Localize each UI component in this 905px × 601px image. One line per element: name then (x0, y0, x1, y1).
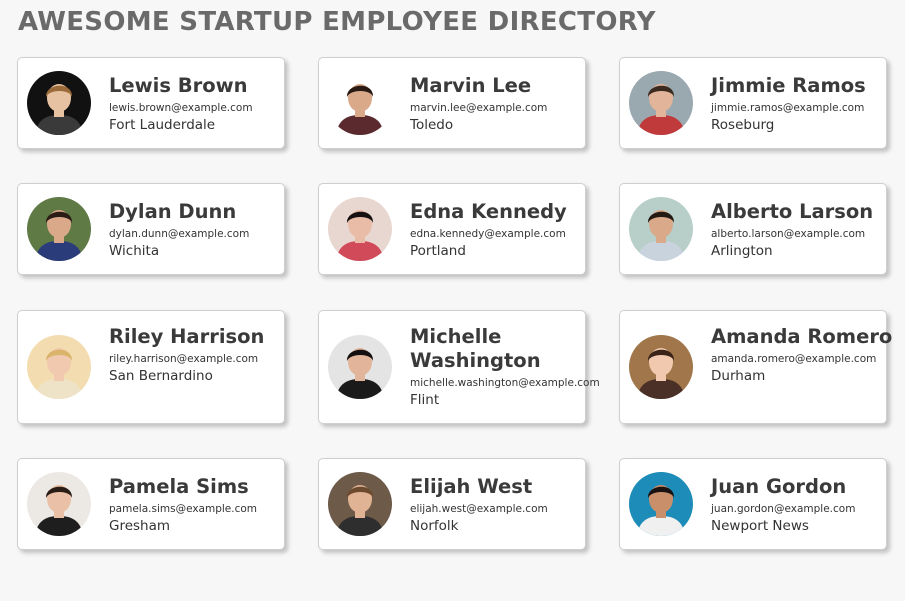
employee-info: Elijah West elijah.west@example.com Norfol… (410, 475, 605, 535)
employee-email: marvin.lee@example.com (410, 102, 548, 114)
employee-city: Wichita (109, 243, 160, 259)
employee-avatar (328, 197, 392, 261)
employee-city: Arlington (711, 243, 773, 259)
employee-gallery: Lewis Brown lewis.brown@example.com Fort L… (0, 0, 905, 601)
employee-card[interactable]: Juan Gordon juan.gordon@example.com Newpor… (619, 458, 887, 550)
employee-card[interactable]: Pamela Sims pamela.sims@example.com Gresha… (17, 458, 285, 550)
employee-card[interactable]: Elijah West elijah.west@example.com Norfol… (318, 458, 586, 550)
employee-avatar (27, 335, 91, 399)
employee-info: Edna Kennedy edna.kennedy@example.com Port… (410, 200, 605, 260)
employee-name: Dylan Dunn (109, 200, 237, 223)
employee-email: dylan.dunn@example.com (109, 228, 250, 240)
employee-name: Jimmie Ramos (711, 74, 866, 97)
employee-email: juan.gordon@example.com (711, 503, 856, 515)
employee-city: Newport News (711, 518, 809, 534)
employee-card[interactable]: Edna Kennedy edna.kennedy@example.com Port… (318, 183, 586, 275)
employee-city: Gresham (109, 518, 171, 534)
employee-avatar (328, 71, 392, 135)
employee-avatar (629, 472, 693, 536)
employee-name: Michelle Washington (410, 325, 541, 372)
employee-name: Elijah West (410, 475, 533, 498)
employee-card[interactable]: Marvin Lee marvin.lee@example.com Toledo (318, 57, 586, 149)
employee-city: Toledo (410, 117, 454, 133)
employee-name: Riley Harrison (109, 325, 265, 348)
employee-info: Marvin Lee marvin.lee@example.com Toledo (410, 74, 605, 134)
employee-email: riley.harrison@example.com (109, 353, 259, 365)
employee-email: edna.kennedy@example.com (410, 228, 566, 240)
employee-card[interactable]: Jimmie Ramos jimmie.ramos@example.com Rose… (619, 57, 887, 149)
employee-avatar (27, 71, 91, 135)
employee-avatar (629, 197, 693, 261)
employee-email: elijah.west@example.com (410, 503, 548, 515)
employee-city: Roseburg (711, 117, 775, 133)
employee-city: Portland (410, 243, 466, 259)
employee-avatar (328, 472, 392, 536)
employee-info: Lewis Brown lewis.brown@example.com Fort L… (109, 74, 304, 134)
employee-name: Edna Kennedy (410, 200, 567, 223)
employee-avatar (27, 472, 91, 536)
employee-info: Alberto Larson alberto.larson@example.com… (711, 200, 905, 260)
employee-email: amanda.romero@example.com (711, 353, 877, 365)
employee-city: Flint (410, 392, 440, 408)
employee-name: Amanda Romero (711, 325, 893, 348)
employee-info: Jimmie Ramos jimmie.ramos@example.com Rose… (711, 74, 905, 134)
employee-city: Norfolk (410, 518, 459, 534)
employee-card[interactable]: Amanda Romero amanda.romero@example.com Du… (619, 310, 892, 424)
employee-card[interactable]: Alberto Larson alberto.larson@example.com… (619, 183, 887, 275)
employee-info: Riley Harrison riley.harrison@example.com… (109, 325, 304, 385)
employee-info: Juan Gordon juan.gordon@example.com Newpor… (711, 475, 905, 535)
employee-card[interactable]: Riley Harrison riley.harrison@example.com… (17, 310, 285, 424)
employee-city: Fort Lauderdale (109, 117, 216, 133)
employee-info: Amanda Romero amanda.romero@example.com Du… (711, 325, 905, 385)
employee-card[interactable]: Dylan Dunn dylan.dunn@example.com Wichita (17, 183, 285, 275)
employee-name: Lewis Brown (109, 74, 248, 97)
employee-name: Marvin Lee (410, 74, 532, 97)
employee-card[interactable]: Lewis Brown lewis.brown@example.com Fort L… (17, 57, 285, 149)
employee-email: alberto.larson@example.com (711, 228, 866, 240)
employee-email: pamela.sims@example.com (109, 503, 258, 515)
employee-avatar (629, 71, 693, 135)
employee-city: San Bernardino (109, 368, 213, 384)
employee-email: michelle.washington@example.com (410, 377, 600, 389)
employee-info: Pamela Sims pamela.sims@example.com Gresha… (109, 475, 304, 535)
employee-email: lewis.brown@example.com (109, 102, 253, 114)
employee-info: Michelle Washington michelle.washington@e… (410, 325, 605, 409)
employee-avatar (629, 335, 693, 399)
employee-name: Pamela Sims (109, 475, 249, 498)
employee-avatar (328, 335, 392, 399)
employee-email: jimmie.ramos@example.com (711, 102, 865, 114)
employee-card[interactable]: Michelle Washington michelle.washington@e… (318, 310, 600, 424)
employee-name: Alberto Larson (711, 200, 874, 223)
employee-name: Juan Gordon (711, 475, 847, 498)
employee-avatar (27, 197, 91, 261)
employee-city: Durham (711, 368, 766, 384)
employee-info: Dylan Dunn dylan.dunn@example.com Wichita (109, 200, 304, 260)
